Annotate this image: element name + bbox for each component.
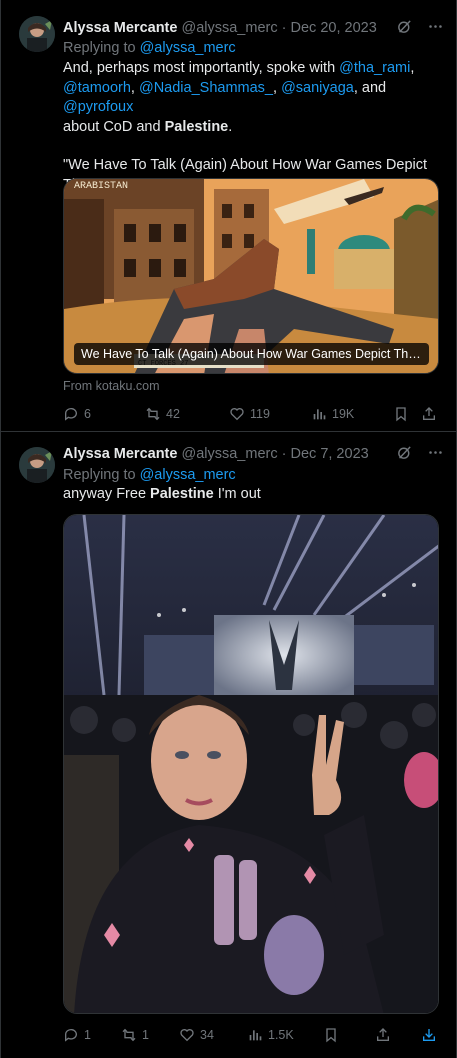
views-icon	[311, 406, 327, 422]
card-art-label: ARABISTAN	[74, 181, 128, 192]
link-card[interactable]: ARABISTAN CT FORCES 27 We Have To Talk (…	[63, 178, 439, 374]
like-button[interactable]: 119	[229, 404, 270, 424]
bookmark-button[interactable]	[323, 1025, 339, 1045]
text-part: anyway Free	[63, 486, 147, 502]
bookmark-icon	[393, 406, 409, 422]
tweet-header: Alyssa Mercante @alyssa_merc · Dec 7, 20…	[63, 444, 444, 464]
reply-button[interactable]: 6	[63, 404, 91, 424]
views-count: 1.5K	[268, 1028, 294, 1042]
text-part: And, perhaps most importantly, spoke wit…	[63, 60, 336, 76]
share-button[interactable]	[421, 404, 437, 424]
share-icon	[375, 1027, 391, 1043]
tweet[interactable]: Alyssa Mercante @alyssa_merc · Dec 20, 2…	[1, 0, 456, 432]
bold-keyword: Palestine	[150, 486, 214, 502]
reply-icon	[63, 1027, 79, 1043]
timestamp[interactable]: Dec 20, 2023	[291, 20, 377, 36]
replying-prefix: Replying to	[63, 40, 136, 56]
text-part: ,	[130, 79, 135, 96]
mention-link[interactable]: @pyrofoux	[63, 99, 133, 115]
separator: ·	[281, 446, 287, 462]
repost-count: 42	[166, 407, 180, 421]
more-icon[interactable]	[427, 18, 444, 35]
reply-mention[interactable]: @alyssa_merc	[140, 40, 236, 56]
bookmark-button[interactable]	[393, 404, 409, 424]
reply-count: 6	[84, 407, 91, 421]
avatar[interactable]	[19, 447, 55, 483]
mention-link[interactable]: @saniyaga	[281, 80, 354, 96]
share-icon	[421, 406, 437, 422]
mention-link[interactable]: @tha_rami	[339, 60, 410, 76]
like-button[interactable]: 34	[179, 1025, 214, 1045]
repost-button[interactable]: 1	[121, 1025, 149, 1045]
text-part: ,	[410, 60, 415, 76]
repost-icon	[121, 1027, 137, 1043]
timeline: Alyssa Mercante @alyssa_merc · Dec 20, 2…	[0, 0, 457, 1058]
tweet[interactable]: Alyssa Mercante @alyssa_merc · Dec 7, 20…	[1, 433, 456, 1058]
more-icon[interactable]	[427, 444, 444, 461]
tweet-actions: 1 1 34 1.5K	[63, 1025, 443, 1045]
reply-count: 1	[84, 1028, 91, 1042]
author-handle[interactable]: @alyssa_merc	[181, 446, 277, 462]
replying-to: Replying to @alyssa_merc	[63, 39, 236, 58]
like-icon	[229, 406, 245, 422]
text-part: .	[228, 118, 233, 135]
text-part: I'm out	[217, 486, 261, 502]
like-count: 119	[250, 407, 270, 421]
like-icon	[179, 1027, 195, 1043]
tweet-photo[interactable]	[63, 514, 439, 1014]
timestamp[interactable]: Dec 7, 2023	[291, 446, 369, 462]
grok-icon[interactable]	[396, 18, 413, 35]
tweet-text: And, perhaps most importantly, spoke wit…	[63, 59, 442, 195]
repost-count: 1	[142, 1028, 149, 1042]
views-button[interactable]: 19K	[311, 404, 354, 424]
bookmark-icon	[323, 1027, 339, 1043]
author-name[interactable]: Alyssa Mercante	[63, 20, 177, 36]
mention-link[interactable]: @tamoorh	[63, 80, 131, 96]
avatar[interactable]	[19, 16, 55, 52]
tweet-text: anyway Free Palestine I'm out	[63, 485, 442, 505]
replying-prefix: Replying to	[63, 467, 136, 483]
reply-button[interactable]: 1	[63, 1025, 91, 1045]
views-count: 19K	[332, 407, 355, 421]
like-count: 34	[200, 1028, 214, 1042]
download-icon	[421, 1027, 437, 1043]
repost-button[interactable]: 42	[145, 404, 180, 424]
share-button[interactable]	[375, 1025, 391, 1045]
tweet-header: Alyssa Mercante @alyssa_merc · Dec 20, 2…	[63, 18, 444, 38]
repost-icon	[145, 406, 161, 422]
card-title[interactable]: We Have To Talk (Again) About How War Ga…	[74, 343, 429, 365]
author-name[interactable]: Alyssa Mercante	[63, 446, 177, 462]
reply-mention[interactable]: @alyssa_merc	[140, 467, 236, 483]
grok-icon[interactable]	[396, 444, 413, 461]
views-button[interactable]: 1.5K	[247, 1025, 294, 1045]
bold-keyword: Palestine	[164, 118, 229, 135]
reply-icon	[63, 406, 79, 422]
views-icon	[247, 1027, 263, 1043]
card-source[interactable]: From kotaku.com	[63, 379, 160, 393]
text-part: , and	[353, 79, 387, 96]
separator: ·	[281, 20, 287, 36]
text-part: ,	[273, 79, 278, 96]
author-handle[interactable]: @alyssa_merc	[181, 20, 277, 36]
text-part: about CoD and	[63, 118, 161, 135]
replying-to: Replying to @alyssa_merc	[63, 466, 236, 485]
mention-link[interactable]: @Nadia_Shammas_	[139, 80, 273, 96]
download-button[interactable]	[421, 1025, 437, 1045]
tweet-actions: 6 42 119 19K	[63, 404, 443, 424]
